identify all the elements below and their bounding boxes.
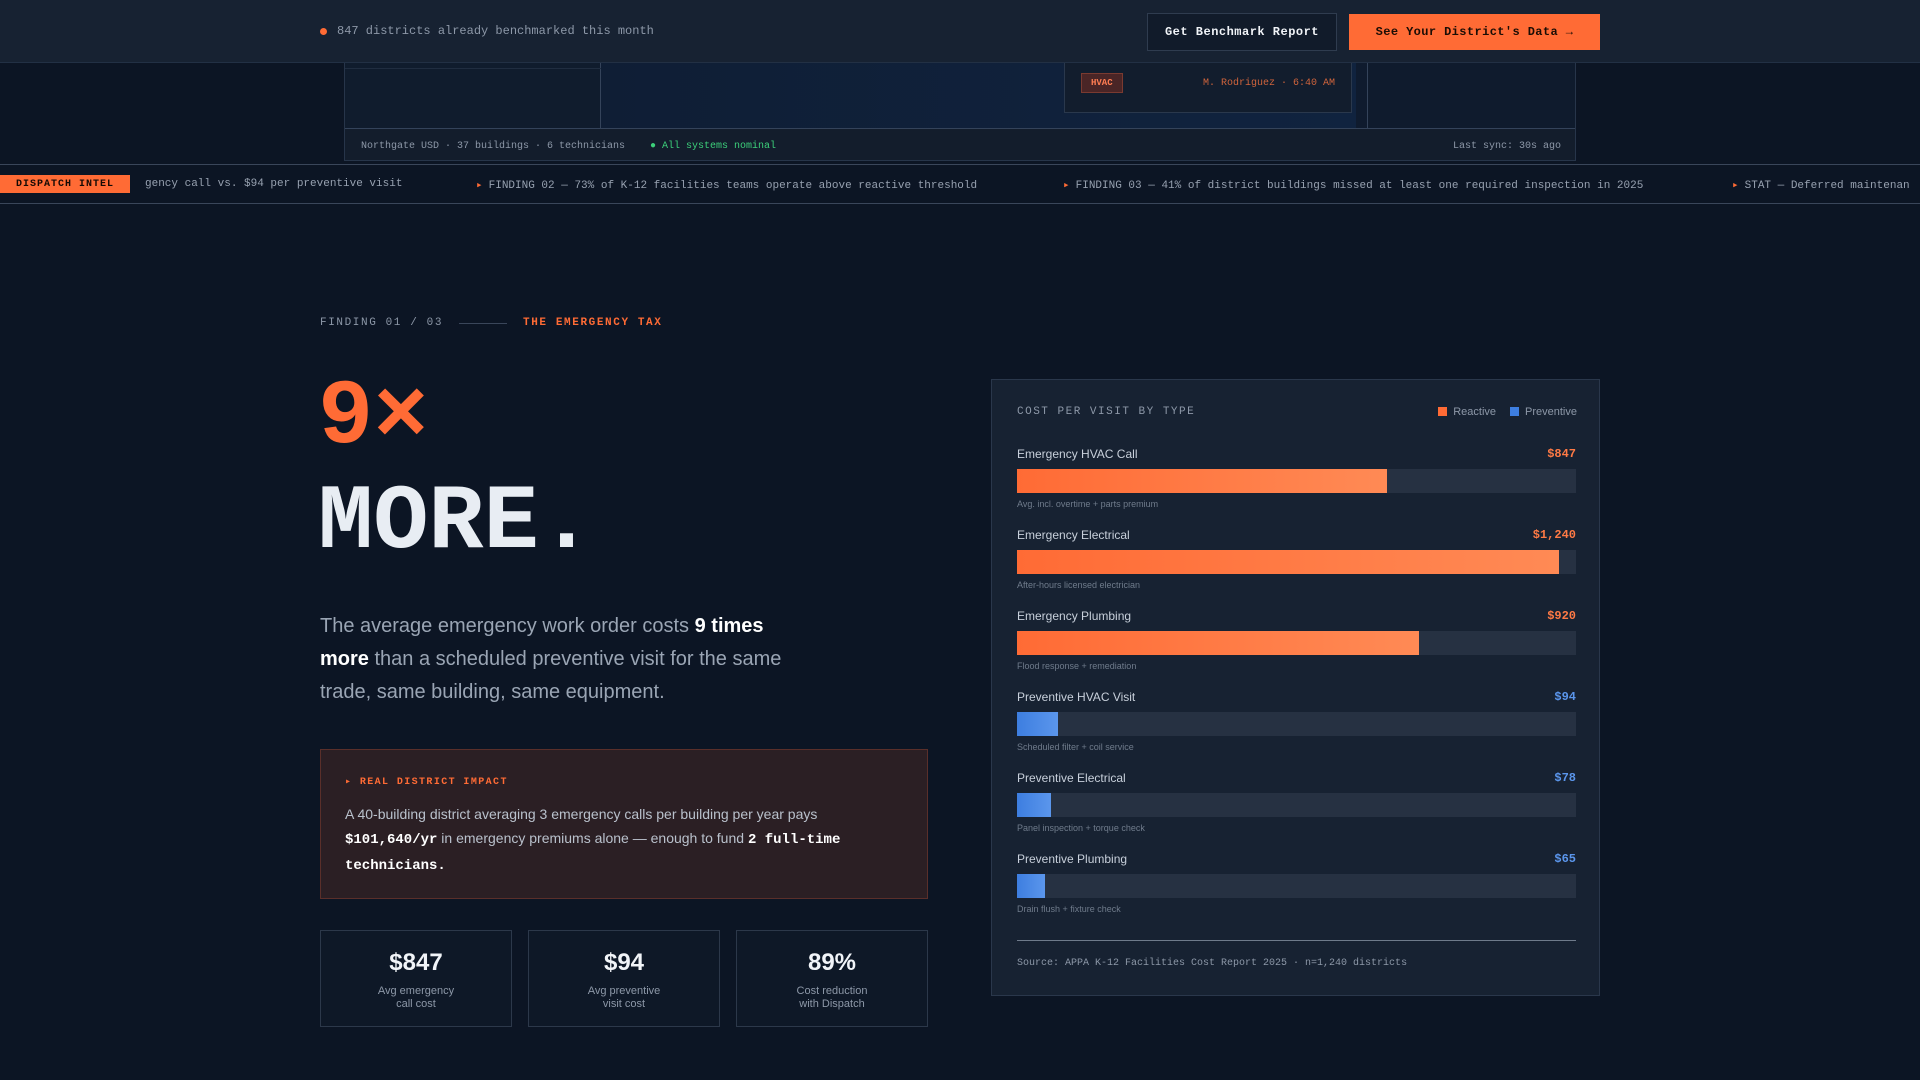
bar-note: After-hours licensed electrician — [1017, 580, 1141, 590]
finding-number: FINDING 01 / 03 — [320, 317, 444, 329]
finding-header: FINDING 01 / 03 THE EMERGENCY TAX — [320, 317, 662, 329]
top-bar: 847 districts already benchmarked this m… — [0, 0, 1920, 63]
stat-value: $847 — [389, 949, 443, 976]
work-order-meta: M. Rodriguez · 6:40 AM — [1202, 78, 1335, 89]
triangle-right-icon: ▸ — [1063, 180, 1070, 192]
headline-more: MORE. — [318, 470, 595, 575]
chart-divider — [1017, 940, 1576, 941]
bar-note: Flood response + remediation — [1017, 661, 1137, 671]
benchmark-status-text: 847 districts already benchmarked this m… — [337, 24, 654, 38]
bar-value-label: $1,240 — [1532, 528, 1576, 542]
bar-note: Panel inspection + torque check — [1017, 823, 1145, 833]
bar-track — [1017, 469, 1576, 493]
impact-text: A 40-building district averaging 3 emerg… — [345, 806, 841, 874]
stat-card-emergency-cost: $847 Avg emergency call cost — [320, 930, 512, 1027]
status-dot-icon — [320, 27, 327, 35]
bar-note: Avg. incl. overtime + parts premium — [1017, 499, 1159, 509]
bar-note: Drain flush + fixture check — [1017, 904, 1121, 914]
chart-rows: Emergency HVAC Call $847 Avg. incl. overti… — [1017, 447, 1576, 933]
headline-multiplier: 9× — [318, 365, 429, 470]
bar-track — [1017, 712, 1576, 736]
legend-swatch-reactive — [1438, 407, 1448, 416]
stat-value: 89% — [807, 949, 857, 976]
bar-row: Emergency Plumbing $920 Flood response + r… — [1017, 609, 1576, 690]
impact-label: ▸ REAL DISTRICT IMPACT — [345, 777, 508, 788]
intel-ticker: DISPATCH INTEL gency call vs. $94 per pr… — [0, 164, 1920, 204]
bar-preventive — [1017, 793, 1052, 817]
bar-reactive — [1017, 550, 1559, 574]
hvac-tag: HVAC — [1081, 73, 1123, 93]
stat-label: Avg preventive visit cost — [587, 985, 661, 1010]
work-order-card[interactable]: HVAC M. Rodriguez · 6:40 AM — [1064, 55, 1352, 113]
triangle-right-icon: ▸ — [476, 180, 483, 192]
bar-reactive — [1017, 469, 1387, 493]
cost-chart-panel: COST PER VISIT BY TYPE Reactive Preventi… — [991, 379, 1600, 996]
bar-label: Emergency Plumbing — [1017, 609, 1132, 623]
bar-track — [1017, 793, 1576, 817]
district-impact-callout: ▸ REAL DISTRICT IMPACT A 40-building dis… — [320, 749, 928, 899]
bar-note: Scheduled filter + coil service — [1017, 742, 1134, 752]
stat-label: Cost reduction with Dispatch — [796, 985, 868, 1010]
bar-preventive — [1017, 712, 1059, 736]
bar-label: Preventive Plumbing — [1017, 852, 1128, 866]
get-benchmark-report-button[interactable]: Get Benchmark Report — [1147, 13, 1337, 51]
last-sync: Last sync: 30s ago — [1452, 141, 1561, 152]
ticker-item: ▸ STAT — Deferred maintenan — [1732, 180, 1910, 192]
system-status: ● All systems nominal — [650, 141, 777, 152]
chart-legend: Reactive Preventive — [1438, 406, 1577, 418]
bar-preventive — [1017, 874, 1046, 898]
divider — [459, 322, 508, 324]
bar-track — [1017, 550, 1576, 574]
bar-track — [1017, 631, 1576, 655]
bar-track — [1017, 874, 1576, 898]
bar-value-label: $65 — [1554, 852, 1576, 866]
stat-card-cost-reduction: 89% Cost reduction with Dispatch — [736, 930, 928, 1027]
preview-footer: Northgate USD · 37 buildings · 6 technic… — [345, 128, 1575, 160]
bar-value-label: $920 — [1547, 609, 1576, 623]
chart-title: COST PER VISIT BY TYPE — [1017, 406, 1196, 418]
preview-right-column — [1367, 55, 1575, 128]
impact-premium-amount: $101,640/yr — [345, 832, 438, 848]
triangle-right-icon: ▸ — [1732, 180, 1739, 192]
legend-preventive: Preventive — [1510, 406, 1577, 418]
stats-row: $847 Avg emergency call cost $94 Avg prev… — [320, 930, 928, 1027]
ticker-item: ▸ FINDING 03 — 41% of district buildings … — [1063, 180, 1644, 192]
stat-label: Avg emergency call cost — [377, 985, 455, 1010]
legend-swatch-preventive — [1510, 407, 1520, 416]
bar-value-label: $78 — [1554, 771, 1576, 785]
bar-row: Emergency HVAC Call $847 Avg. incl. overti… — [1017, 447, 1576, 528]
bar-label: Preventive HVAC Visit — [1017, 690, 1136, 704]
chart-source: Source: APPA K-12 Facilities Cost Report… — [1017, 958, 1408, 969]
ticker-badge: DISPATCH INTEL — [0, 175, 130, 193]
see-district-data-button[interactable]: See Your District's Data → — [1349, 14, 1600, 50]
dashboard-preview: HVAC M. Rodriguez · 6:40 AM Northgate US… — [344, 55, 1576, 161]
bar-value-label: $847 — [1547, 447, 1576, 461]
stat-value: $94 — [603, 949, 645, 976]
bar-row: Preventive HVAC Visit $94 Scheduled filter… — [1017, 690, 1576, 771]
legend-reactive: Reactive — [1438, 406, 1496, 418]
chart-header: COST PER VISIT BY TYPE Reactive Preventi… — [1017, 406, 1577, 418]
bar-reactive — [1017, 631, 1419, 655]
bar-row: Emergency Electrical $1,240 After-hours li… — [1017, 528, 1576, 609]
district-summary: Northgate USD · 37 buildings · 6 technic… — [361, 141, 626, 152]
ticker-item: ▸ FINDING 02 — 73% of K-12 facilities tea… — [476, 180, 978, 192]
bar-row: Preventive Plumbing $65 Drain flush + fixt… — [1017, 852, 1576, 933]
bar-value-label: $94 — [1554, 690, 1576, 704]
stat-card-preventive-cost: $94 Avg preventive visit cost — [528, 930, 720, 1027]
finding-title: THE EMERGENCY TAX — [523, 317, 663, 329]
ticker-item: gency call vs. $94 per preventive visit — [145, 178, 403, 190]
finding-lede: The average emergency work order costs 9… — [320, 615, 782, 703]
bar-label: Emergency HVAC Call — [1017, 447, 1138, 461]
bar-row: Preventive Electrical $78 Panel inspection… — [1017, 771, 1576, 852]
benchmark-status: 847 districts already benchmarked this m… — [320, 24, 654, 38]
bar-label: Emergency Electrical — [1017, 528, 1130, 542]
preview-sidebar — [345, 55, 601, 128]
bar-label: Preventive Electrical — [1017, 771, 1126, 785]
